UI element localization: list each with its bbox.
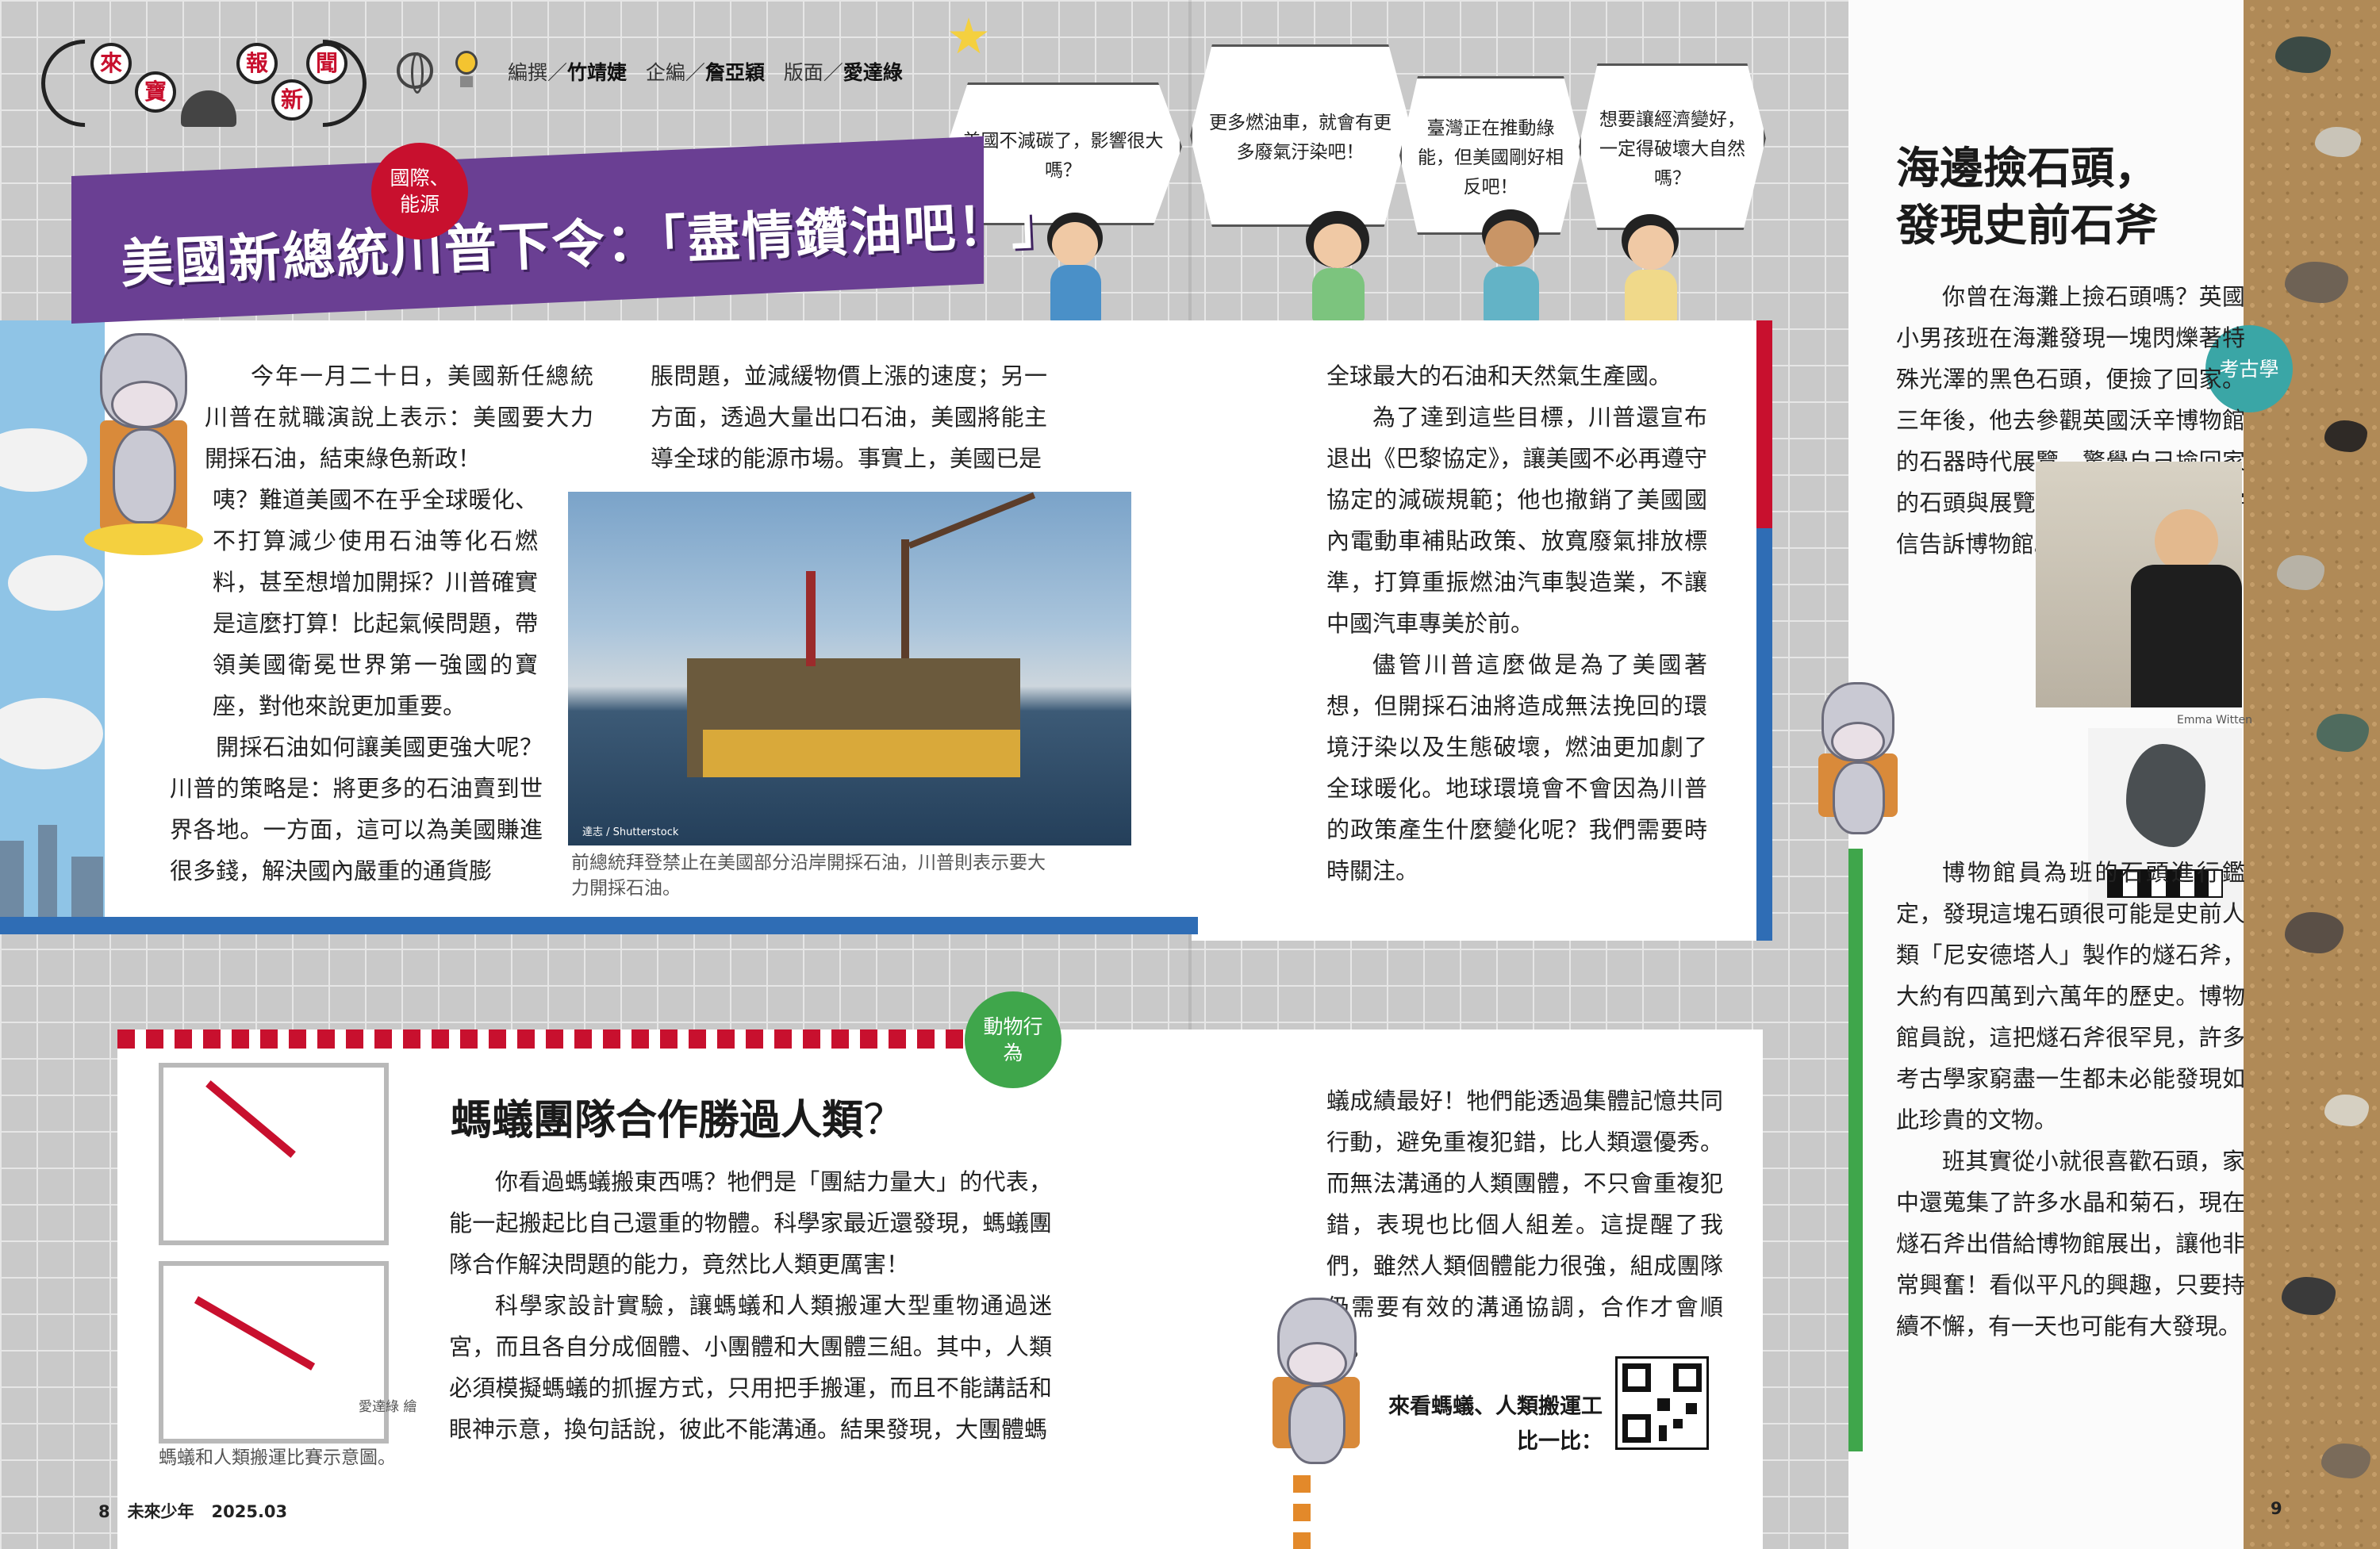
article-1-col-1b: 咦？難道美國不在乎全球暖化、不打算減少使用石油等化石燃料，甚至想增加開採？川普確… — [213, 479, 538, 727]
paragraph: 為了達到這些目標，川普還宣布退出《巴黎協定》，讓美國不必再遵守協定的減碳規範；他… — [1326, 404, 1707, 637]
paragraph: 全球最大的石油和天然氣生產國。 — [1326, 362, 1672, 389]
article-1-col-3: 全球最大的石油和天然氣生產國。 為了達到這些目標，川普還宣布退出《巴黎協定》，讓… — [1326, 355, 1707, 891]
pebble-decoration — [2277, 555, 2324, 590]
masthead-char: 來 — [90, 43, 132, 84]
masthead-char: 寶 — [135, 71, 176, 113]
derrick — [901, 539, 909, 658]
article-3-title: 海邊撿石頭， 發現史前石斧 — [1896, 140, 2158, 254]
masthead-char: 新 — [271, 79, 313, 121]
masthead-char: 報 — [236, 43, 278, 84]
hippo-mascot — [1265, 1298, 1368, 1472]
pebble-decoration — [2317, 714, 2369, 752]
oil-platform-photo: 達志 / Shutterstock — [568, 492, 1131, 845]
pebble-decoration — [2321, 1444, 2370, 1478]
pebble-border — [2244, 0, 2380, 1549]
lightbulb-icon — [451, 46, 482, 92]
pebble-decoration — [2285, 912, 2344, 953]
pebble-decoration — [2285, 262, 2348, 303]
photo-caption: 前總統拜登禁止在美國部分沿岸開採石油，川普則表示要大力開採石油。 — [571, 853, 1046, 899]
child-illustration — [1301, 211, 1380, 322]
blue-accent-bar-vertical — [1756, 528, 1772, 941]
paragraph: 開採石油如何讓美國更強大呢？川普的策略是：將更多的石油賣到世界各地。一方面，這可… — [170, 734, 543, 884]
qr-label-line: 比一比： — [1517, 1429, 1603, 1454]
red-accent-bar — [1756, 320, 1772, 528]
paragraph: 儘管川普這麼做是為了美國著想，但開採石油將造成無法挽回的環境汙染以及生態破壞，燃… — [1326, 651, 1707, 884]
credit-label: 編撰／ — [508, 61, 568, 84]
hippo-mascot — [1810, 682, 1906, 841]
credit-label: 企編／ — [645, 61, 705, 84]
signal-arc — [23, 21, 147, 145]
photo-credit: 達志 / Shutterstock — [582, 826, 679, 838]
paragraph: 科學家設計實驗，讓螞蟻和人類搬運大型重物通過迷宮，而且各自分成個體、小團體和大團… — [449, 1292, 1052, 1443]
crane — [806, 571, 816, 666]
blue-accent-bar — [0, 917, 1198, 934]
cloud-decoration — [8, 555, 103, 611]
factory-chimney-icon — [71, 857, 103, 917]
paragraph: 咦？難道美國不在乎全球暖化、不打算減少使用石油等化石燃料，甚至想增加開採？川普確… — [213, 486, 538, 719]
factory-chimney-icon — [38, 825, 57, 917]
paragraph: 班其實從小就很喜歡石頭，家中還蒐集了許多水晶和菊石，現在燧石斧出借給博物館展出，… — [1896, 1148, 2245, 1340]
topic-badge: 動物行為 — [965, 991, 1061, 1088]
speech-bubble: 更多燃油車，就會有更多廢氣汙染吧！ — [1190, 44, 1411, 227]
pebble-decoration — [2275, 36, 2331, 73]
paragraph: 今年一月二十日，美國新任總統川普在就職演說上表示：美國要大力開採石油，結束綠色新… — [205, 362, 593, 472]
speech-bubble: 想要讓經濟變好，一定得破壞大自然嗎？ — [1579, 63, 1766, 230]
paragraph: 蟻成績最好！牠們能透過集體記憶共同行動，避免重複犯錯，比人類還優秀。而無法溝通的… — [1326, 1087, 1723, 1362]
qr-label: 來看螞蟻、人類搬運工 比一比： — [1372, 1390, 1603, 1459]
page-number: 9 — [2271, 1499, 2282, 1518]
magazine-name: 未來少年 — [127, 1502, 194, 1521]
credit-editor: 竹靖婕 — [567, 61, 628, 84]
child-illustration — [1474, 209, 1553, 324]
credits-line: 編撰／竹靖婕 企編／詹亞穎 版面／愛達綠 — [508, 57, 903, 86]
pebble-decoration — [2315, 127, 2361, 157]
masthead-char: 聞 — [306, 43, 347, 84]
red-dashed-border — [117, 1029, 978, 1049]
article-1-col-1: 今年一月二十日，美國新任總統川普在就職演說上表示：美國要大力開採石油，結束綠色新… — [205, 355, 593, 479]
hippo-silhouette-icon — [181, 90, 236, 127]
green-accent-line — [1848, 849, 1863, 1451]
paragraph: 博物館員為班的石頭進行鑑定，發現這塊石頭很可能是史前人類「尼安德塔人」製作的燧石… — [1896, 859, 2245, 1133]
pebble-decoration — [2282, 1277, 2336, 1315]
article-3-title-line: 海邊撿石頭， — [1896, 143, 2159, 194]
article-2-col-2: 蟻成績最好！牠們能透過集體記憶共同行動，避免重複犯錯，比人類還優秀。而無法溝通的… — [1326, 1080, 1723, 1369]
qr-label-line: 來看螞蟻、人類搬運工 — [1388, 1394, 1603, 1419]
factory-chimney-icon — [0, 841, 24, 917]
credit-planner: 詹亞穎 — [704, 61, 765, 84]
paragraph: 你看過螞蟻搬東西嗎？牠們是「團結力量大」的代表，能一起搬起比自己還重的物體。科學… — [449, 1168, 1052, 1278]
issue-date: 2025.03 — [211, 1502, 288, 1521]
article-3-body-bottom: 博物館員為班的石頭進行鑑定，發現這塊石頭很可能是史前人類「尼安德塔人」製作的燧石… — [1896, 852, 2245, 1347]
child-illustration — [1617, 214, 1688, 324]
article-1-col-2: 脹問題，並減緩物價上漲的速度；另一方面，透過大量出口石油，美國將能主導全球的能源… — [651, 355, 1047, 479]
paragraph: 脹問題，並減緩物價上漲的速度；另一方面，透過大量出口石油，美國將能主導全球的能源… — [651, 362, 1047, 472]
page-footer-left: 8 未來少年 2025.03 — [98, 1499, 287, 1523]
article-2-title: 螞蟻團隊合作勝過人類？ — [451, 1087, 904, 1146]
maze-diagram-bottom — [159, 1261, 389, 1444]
illustration-credit: 愛達綠 繪 — [359, 1399, 417, 1415]
page-number: 8 — [98, 1502, 110, 1521]
boy-museum-photo — [2036, 462, 2242, 707]
article-3-title-line: 發現史前石斧 — [1896, 200, 2159, 251]
maze-diagram-top — [159, 1063, 389, 1245]
article-2-title-text: 螞蟻團隊合作勝過人類 — [451, 1097, 864, 1144]
crane-arm — [908, 492, 1036, 549]
hippo-mascot — [84, 325, 203, 555]
masthead: 來 寶 報 新 聞 — [23, 21, 385, 145]
pebble-decoration — [2324, 420, 2367, 452]
credit-label: 版面／ — [783, 61, 843, 84]
illustration-caption: 螞蟻和人類搬運比賽示意圖。 — [159, 1447, 396, 1468]
globe-icon — [397, 52, 433, 94]
topic-badge: 國際、能源 — [371, 143, 468, 240]
orange-dashed-line — [1293, 1475, 1311, 1549]
credit-layout: 愛達綠 — [843, 61, 903, 84]
platform-legs — [703, 730, 1020, 777]
title-question-mark: ？ — [863, 1097, 905, 1144]
pebble-decoration — [2324, 1095, 2369, 1126]
article-2-col-1: 你看過螞蟻搬東西嗎？牠們是「團結力量大」的代表，能一起搬起比自己還重的物體。科學… — [449, 1161, 1052, 1450]
article-1-col-1c: 開採石油如何讓美國更強大呢？川普的策略是：將更多的石油賣到世界各地。一方面，這可… — [170, 727, 543, 891]
qr-code[interactable] — [1615, 1356, 1709, 1450]
